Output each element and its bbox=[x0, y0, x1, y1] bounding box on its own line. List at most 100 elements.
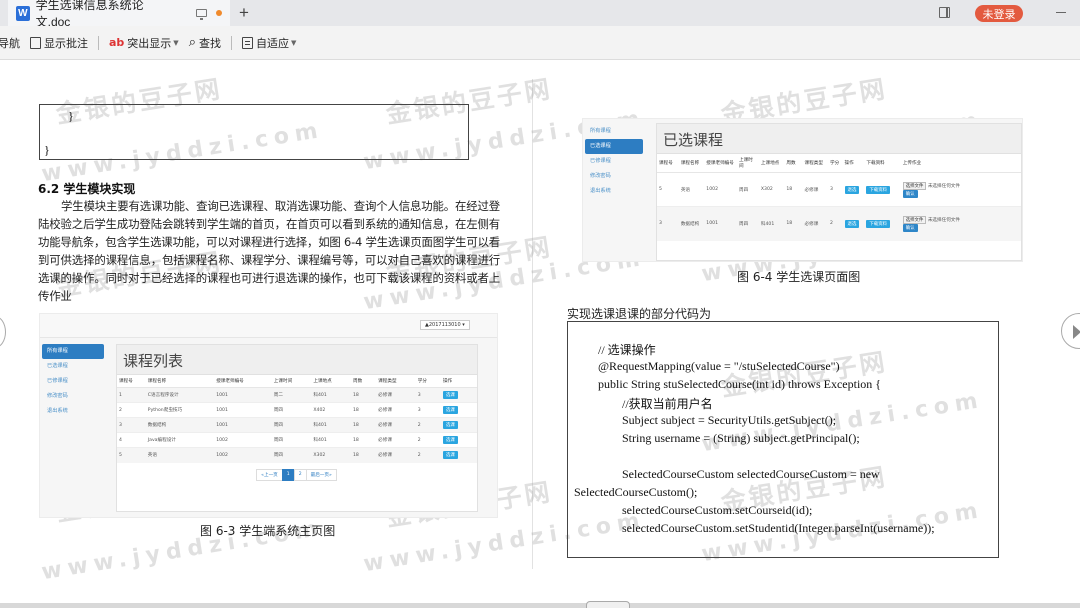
table-cell: 18 bbox=[784, 172, 803, 207]
table-cell: 退选 bbox=[842, 206, 865, 241]
chevron-down-icon[interactable]: ▼ bbox=[291, 39, 296, 47]
table-cell: 1002 bbox=[704, 172, 738, 207]
table-cell: 选课 bbox=[440, 387, 477, 403]
table-cell: 2 bbox=[415, 432, 441, 448]
highlight-label: 突出显示 bbox=[127, 36, 172, 50]
pager-last: 最后一页» bbox=[305, 468, 337, 481]
sidebar-item: 修改密码 bbox=[590, 173, 611, 179]
table-header: 课程名称 bbox=[145, 375, 215, 388]
chevron-down-icon[interactable]: ▼ bbox=[173, 39, 178, 47]
screenshot-sidebar: 所有课程 已选课程 已修课程 修改密码 退出系统 bbox=[585, 124, 643, 199]
file-status: 未选择任何文件 bbox=[927, 183, 960, 189]
table-header: 周数 bbox=[784, 154, 803, 173]
table-cell: 2 bbox=[117, 402, 146, 418]
sidebar-item: 已选课程 bbox=[47, 363, 68, 369]
word-doc-icon: W bbox=[16, 5, 30, 21]
table-header: 下载资料 bbox=[864, 154, 901, 173]
table-cell: 选课 bbox=[440, 432, 477, 448]
selected-courses-screenshot: 所有课程 已选课程 已修课程 修改密码 退出系统 已选课程 课程号 课程名称 授… bbox=[582, 118, 1023, 262]
table-cell: 1001 bbox=[214, 387, 272, 403]
page-divider bbox=[532, 79, 533, 569]
table-cell: X402 bbox=[311, 402, 351, 418]
sidebar-item: 所有课程 bbox=[590, 128, 611, 134]
show-comments-button[interactable]: 显示批注 bbox=[30, 35, 88, 51]
table-cell: 2 bbox=[828, 206, 843, 241]
code-line: } bbox=[68, 109, 74, 123]
table-cell: 2 bbox=[415, 417, 441, 433]
login-button[interactable]: 未登录 bbox=[975, 5, 1023, 22]
select-course-button: 选课 bbox=[442, 436, 458, 444]
table-header: 上传作业 bbox=[900, 154, 1021, 173]
table-cell: Java编程设计 bbox=[145, 432, 215, 448]
table-cell: 必修课 bbox=[802, 172, 828, 207]
search-icon: ⌕ bbox=[188, 35, 196, 50]
confirm-button: 确认 bbox=[902, 223, 918, 232]
toolbar-separator bbox=[98, 35, 99, 50]
find-button[interactable]: ⌕ 查找 bbox=[189, 35, 221, 51]
table-cell: 18 bbox=[784, 206, 803, 241]
table-cell: 周四 bbox=[737, 172, 759, 207]
table-cell: 3 bbox=[117, 417, 146, 433]
download-button: 下载资料 bbox=[866, 185, 890, 194]
table-cell: 选课 bbox=[440, 417, 477, 433]
window-layout-icon[interactable] bbox=[939, 7, 950, 18]
table-cell: 周四 bbox=[271, 447, 312, 463]
select-course-button: 选课 bbox=[442, 451, 458, 460]
file-status: 未选择任何文件 bbox=[927, 217, 960, 223]
selected-course-table: 课程号 课程名称 授课老师编号 上课时间 上课地点 周数 课程类型 学分 操作 … bbox=[657, 154, 1021, 241]
table-cell: 18 bbox=[350, 417, 377, 433]
table-cell: 必修课 bbox=[376, 432, 416, 448]
table-cell: 必修课 bbox=[376, 402, 416, 418]
table-row: 3 数据结构 1001 周四 科401 18 必修课 2 退选 下载资料 选择文… bbox=[657, 206, 1021, 241]
fit-icon bbox=[241, 36, 253, 49]
table-cell: 3 bbox=[415, 387, 441, 403]
table-header: 授课老师编号 bbox=[214, 375, 272, 388]
table-cell: 选择文件 未选择任何文件 确认 bbox=[900, 206, 1021, 241]
table-header: 上课时间 bbox=[737, 154, 759, 173]
table-header: 课程类型 bbox=[802, 154, 828, 173]
nav-button[interactable]: 导航 bbox=[0, 35, 20, 51]
table-cell: X302 bbox=[311, 447, 351, 463]
table-cell: 必修课 bbox=[376, 387, 416, 403]
code-line: String username = (String) subject.getPr… bbox=[622, 431, 860, 445]
screen-icon[interactable] bbox=[196, 9, 208, 20]
table-cell: 科401 bbox=[311, 432, 351, 448]
table-cell: 1001 bbox=[704, 206, 738, 241]
download-button: 下载资料 bbox=[866, 219, 890, 228]
table-cell: 科401 bbox=[311, 387, 351, 403]
table-header: 课程号 bbox=[657, 154, 679, 173]
document-tab[interactable]: W 学生选课信息系统论文.doc bbox=[8, 0, 230, 29]
select-course-button: 选课 bbox=[442, 391, 458, 399]
table-cell: 3 bbox=[657, 206, 679, 241]
sidebar-item: 所有课程 bbox=[42, 344, 104, 359]
table-cell: 3 bbox=[415, 402, 441, 418]
fit-button[interactable]: 自适应 ▼ bbox=[241, 35, 296, 51]
figure-caption: 图 6-3 学生端系统主页图 bbox=[200, 524, 336, 538]
table-row: 1 C语言程序设计 1001 周二 科401 18 必修课 3 选课 bbox=[117, 387, 477, 403]
new-tab-button[interactable]: + bbox=[239, 3, 249, 23]
table-cell: Python爬虫技巧 bbox=[145, 402, 215, 418]
sidebar-item: 修改密码 bbox=[47, 393, 68, 399]
panel-title: 已选课程 bbox=[657, 124, 1021, 154]
table-cell: 4 bbox=[117, 432, 146, 448]
code-line: } bbox=[44, 143, 50, 157]
highlight-button[interactable]: ab 突出显示 ▼ bbox=[109, 35, 179, 51]
table-cell: 18 bbox=[350, 447, 377, 463]
pager-prev: «上一页 bbox=[256, 468, 283, 481]
table-cell: 科401 bbox=[311, 417, 351, 433]
unsaved-dot-icon[interactable] bbox=[216, 10, 223, 16]
table-cell: 周四 bbox=[271, 432, 312, 448]
selected-courses-panel: 已选课程 课程号 课程名称 授课老师编号 上课时间 上课地点 周数 课程类型 学… bbox=[656, 123, 1022, 261]
section-heading: 6.2 学生模块实现 bbox=[38, 182, 136, 196]
bottom-handle[interactable] bbox=[586, 601, 630, 608]
code-line: Subject subject = SecurityUtils.getSubje… bbox=[622, 413, 837, 427]
table-row: 3 数据结构 1001 周四 科401 18 必修课 2 选课 bbox=[117, 417, 477, 433]
find-label: 查找 bbox=[198, 36, 221, 50]
fit-label: 自适应 bbox=[255, 36, 289, 50]
panel-title: 课程列表 bbox=[117, 345, 477, 375]
sidebar-item: 退出系统 bbox=[47, 408, 68, 414]
title-bar: W 学生选课信息系统论文.doc + 未登录 bbox=[0, 0, 1080, 29]
table-cell: 数据结构 bbox=[678, 206, 705, 241]
minimize-icon[interactable] bbox=[1056, 12, 1066, 13]
table-header: 上课时间 bbox=[271, 375, 312, 388]
